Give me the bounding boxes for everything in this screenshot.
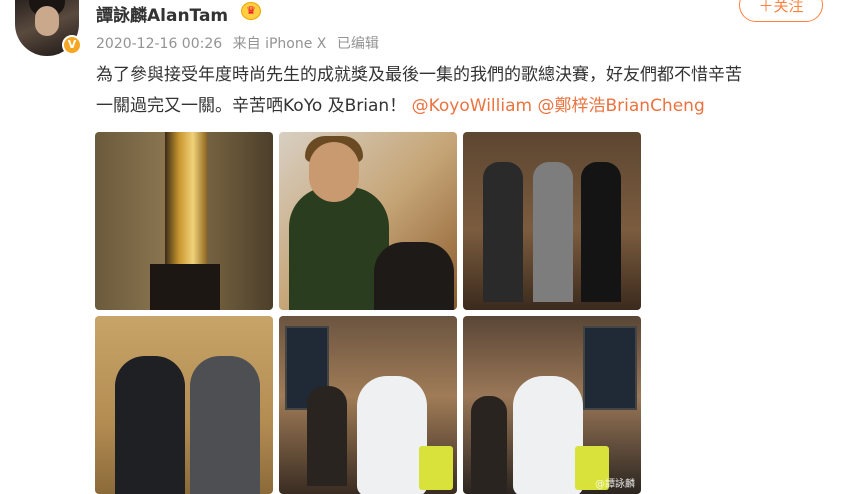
man-right (581, 162, 621, 302)
post-meta: 2020-12-16 00:26 来自 iPhone X 已编辑 (96, 33, 385, 53)
covid-test-photo-2[interactable]: @譚詠麟 (463, 316, 641, 494)
post-text: 為了參與接受年度時尚先生的成就獎及最後一集的我們的歌總決賽，好友們都不惜辛苦 一… (96, 60, 796, 122)
three-men-photo[interactable] (463, 132, 641, 310)
man-middle (533, 162, 573, 302)
mention-brian[interactable]: @鄭梓浩BrianCheng (538, 96, 705, 116)
hair-styling-photo[interactable] (279, 132, 457, 310)
covid-test-photo-1[interactable] (279, 316, 457, 494)
yellow-bin (419, 446, 453, 490)
post-text-line2-body: 一關過完又一關。辛苦哂KoYo 及Brian！ (96, 96, 407, 116)
post-text-line1: 為了參與接受年度時尚先生的成就獎及最後一集的我們的歌總決賽，好友們都不惜辛苦 (96, 65, 742, 85)
avatar-face (35, 6, 59, 36)
man-cap (190, 356, 260, 494)
watermark: @譚詠麟 (595, 479, 635, 490)
seated-man (307, 386, 347, 486)
mention-koyo[interactable]: @KoyoWilliam (412, 96, 532, 116)
post-edited-label[interactable]: 已编辑 (337, 36, 379, 52)
two-men-trophy-photo[interactable] (95, 316, 273, 494)
trophy-photo[interactable] (95, 132, 273, 310)
verified-badge-icon: V (62, 35, 82, 55)
protective-suit-figure (513, 376, 583, 494)
post-source: 来自 iPhone X (232, 36, 327, 52)
crown-icon[interactable]: ♛ (241, 2, 261, 20)
man-vest (115, 356, 185, 494)
protective-suit-figure (357, 376, 427, 494)
client-figure (374, 242, 454, 310)
username[interactable]: 譚詠麟AlanTam (96, 1, 228, 26)
trophy-shape (165, 132, 207, 282)
follow-button[interactable]: ＋关注 (739, 0, 823, 22)
man-left (483, 162, 523, 302)
trophy-base (150, 264, 220, 310)
stylist-head (309, 142, 359, 202)
post-date[interactable]: 2020-12-16 00:26 (96, 36, 222, 52)
window (583, 326, 637, 410)
seated-man (471, 396, 507, 494)
post-text-line2: 一關過完又一關。辛苦哂KoYo 及Brian！ @KoyoWilliam @鄭梓… (96, 91, 796, 122)
